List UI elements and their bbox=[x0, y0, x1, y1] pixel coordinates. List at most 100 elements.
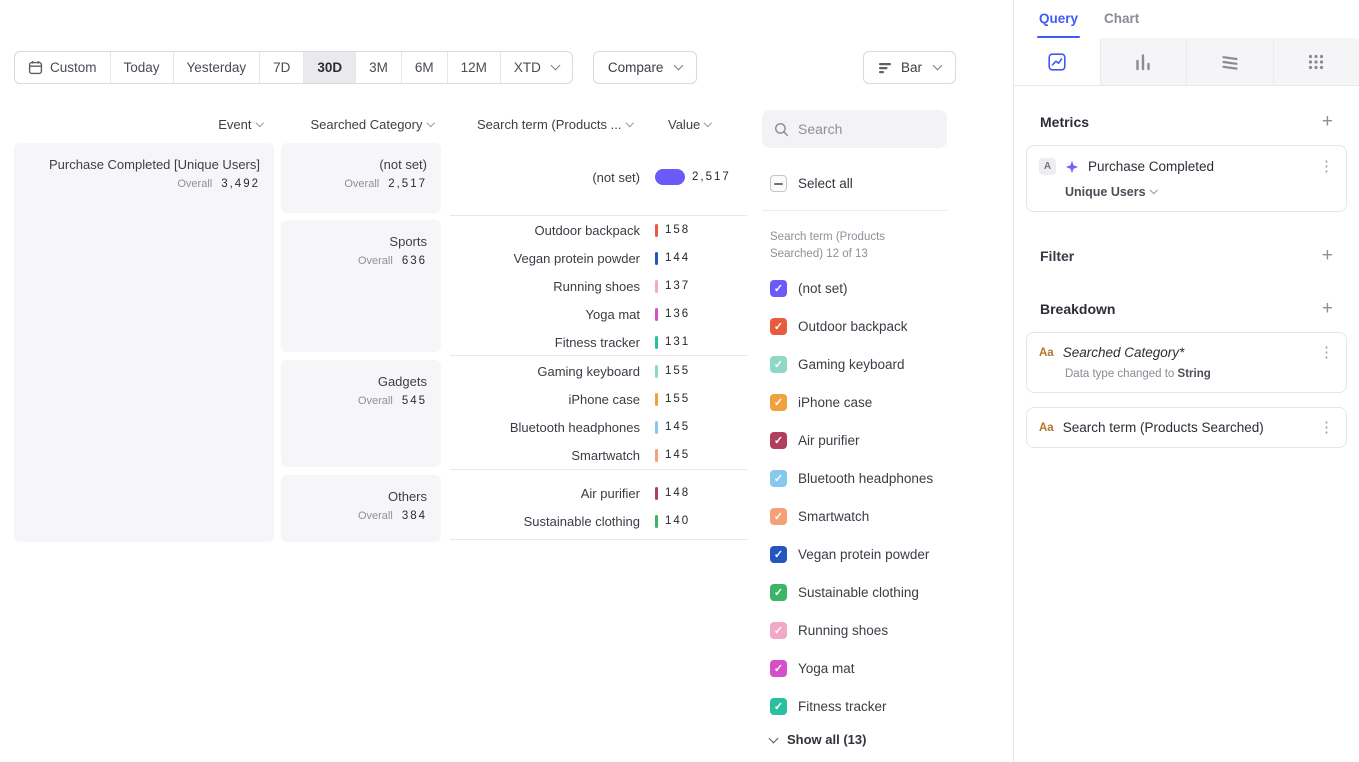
term-bar[interactable] bbox=[655, 365, 658, 378]
metrics-title: Metrics bbox=[1040, 114, 1089, 130]
legend-item[interactable]: Outdoor backpack bbox=[770, 307, 933, 345]
date-range-toolbar: Custom Today Yesterday 7D 30D 3M 6M 12M … bbox=[14, 51, 697, 84]
query-panel: Query Chart bbox=[1013, 0, 1359, 762]
tab-query[interactable]: Query bbox=[1039, 11, 1078, 38]
flows-icon bbox=[1220, 52, 1240, 72]
term-group-not-set: (not set) 2,517 bbox=[450, 143, 747, 216]
indeterminate-checkbox-icon bbox=[770, 175, 787, 192]
report-type-insights[interactable] bbox=[1014, 38, 1101, 85]
legend-item[interactable]: Fitness tracker bbox=[770, 687, 933, 725]
overall-label: Overall bbox=[358, 510, 393, 522]
range-yesterday-button[interactable]: Yesterday bbox=[174, 52, 261, 83]
custom-range-button[interactable]: Custom bbox=[15, 52, 111, 83]
term-label: Vegan protein powder bbox=[450, 251, 640, 266]
add-breakdown-button[interactable]: + bbox=[1322, 299, 1333, 318]
aggregation-dropdown[interactable]: Unique Users bbox=[1065, 185, 1334, 199]
chevron-down-icon bbox=[769, 734, 779, 744]
term-bar[interactable] bbox=[655, 308, 658, 321]
term-value: 2,517 bbox=[692, 171, 731, 183]
term-bar[interactable] bbox=[655, 252, 658, 265]
range-xtd-button[interactable]: XTD bbox=[501, 52, 572, 83]
range-today-button[interactable]: Today bbox=[111, 52, 174, 83]
show-all-link[interactable]: Show all (13) bbox=[770, 732, 866, 747]
term-label: Fitness tracker bbox=[450, 335, 640, 350]
report-type-funnels[interactable] bbox=[1101, 38, 1188, 85]
range-3m-button[interactable]: 3M bbox=[356, 52, 402, 83]
term-bar[interactable] bbox=[655, 487, 658, 500]
range-6m-button[interactable]: 6M bbox=[402, 52, 448, 83]
compare-button[interactable]: Compare bbox=[593, 51, 698, 84]
overall-value: 384 bbox=[402, 510, 427, 522]
chevron-down-icon bbox=[625, 119, 633, 127]
breakdown-section-header: Breakdown + bbox=[1026, 299, 1347, 318]
range-7d-button[interactable]: 7D bbox=[260, 52, 304, 83]
term-bar[interactable] bbox=[655, 224, 658, 237]
term-bar[interactable] bbox=[655, 336, 658, 349]
legend-item[interactable]: iPhone case bbox=[770, 383, 933, 421]
event-card[interactable]: Purchase Completed [Unique Users] Overal… bbox=[14, 143, 274, 542]
checked-checkbox-icon bbox=[770, 356, 787, 373]
overall-label: Overall bbox=[358, 255, 393, 267]
report-type-flows[interactable] bbox=[1187, 38, 1274, 85]
kebab-menu-icon[interactable]: ⋮ bbox=[1319, 159, 1334, 174]
legend-item[interactable]: Running shoes bbox=[770, 611, 933, 649]
term-bar[interactable] bbox=[655, 280, 658, 293]
column-header-searched-category[interactable]: Searched Category bbox=[281, 117, 433, 132]
chart-type-label: Bar bbox=[901, 60, 922, 75]
column-header-event[interactable]: Event bbox=[14, 117, 262, 132]
breakdown-property-name: Searched Category* bbox=[1063, 345, 1310, 360]
range-12m-button[interactable]: 12M bbox=[448, 52, 501, 83]
category-card[interactable]: Others Overall 384 bbox=[281, 475, 441, 542]
category-name: Sports bbox=[295, 233, 427, 251]
checked-checkbox-icon bbox=[770, 584, 787, 601]
kebab-menu-icon[interactable]: ⋮ bbox=[1319, 420, 1334, 435]
report-type-retention[interactable] bbox=[1274, 38, 1359, 85]
legend-item[interactable]: Air purifier bbox=[770, 421, 933, 459]
term-row: (not set) 2,517 bbox=[450, 163, 747, 191]
term-value: 145 bbox=[665, 421, 690, 433]
filter-section-header: Filter + bbox=[1026, 246, 1347, 265]
term-row: Vegan protein powder 144 bbox=[450, 244, 747, 272]
add-filter-button[interactable]: + bbox=[1322, 246, 1333, 265]
legend-item[interactable]: Bluetooth headphones bbox=[770, 459, 933, 497]
term-label: Outdoor backpack bbox=[450, 223, 640, 238]
term-bar[interactable] bbox=[655, 421, 658, 434]
select-all-toggle[interactable]: Select all bbox=[770, 175, 853, 192]
term-bar[interactable] bbox=[655, 515, 658, 528]
category-card[interactable]: Gadgets Overall 545 bbox=[281, 360, 441, 467]
legend-item[interactable]: Sustainable clothing bbox=[770, 573, 933, 611]
query-panel-tabs: Query Chart bbox=[1014, 0, 1359, 38]
checked-checkbox-icon bbox=[770, 394, 787, 411]
chevron-down-icon bbox=[933, 61, 943, 71]
chart-type-dropdown[interactable]: Bar bbox=[863, 51, 956, 84]
chevron-down-icon bbox=[704, 119, 712, 127]
kebab-menu-icon[interactable]: ⋮ bbox=[1319, 345, 1334, 360]
legend-item[interactable]: Yoga mat bbox=[770, 649, 933, 687]
legend-item[interactable]: Smartwatch bbox=[770, 497, 933, 535]
filter-title: Filter bbox=[1040, 248, 1074, 264]
column-header-value[interactable]: Value bbox=[668, 117, 728, 132]
range-30d-button[interactable]: 30D bbox=[304, 52, 356, 83]
term-value: 155 bbox=[665, 393, 690, 405]
event-title: Purchase Completed [Unique Users] bbox=[28, 156, 260, 174]
category-card[interactable]: Sports Overall 636 bbox=[281, 220, 441, 352]
term-bar[interactable] bbox=[655, 449, 658, 462]
column-header-search-term[interactable]: Search term (Products ... bbox=[450, 117, 632, 132]
line-chart-icon bbox=[1047, 52, 1067, 72]
term-row: Smartwatch 145 bbox=[450, 441, 747, 469]
breakdown-card[interactable]: Aa Searched Category* ⋮ Data type change… bbox=[1026, 332, 1347, 393]
term-bar[interactable] bbox=[655, 393, 658, 406]
legend-item[interactable]: (not set) bbox=[770, 269, 933, 307]
add-metric-button[interactable]: + bbox=[1322, 112, 1333, 131]
search-input[interactable] bbox=[798, 121, 928, 137]
metric-card[interactable]: A Purchase Completed ⋮ Unique Users bbox=[1026, 145, 1347, 212]
breakdown-card[interactable]: Aa Search term (Products Searched) ⋮ bbox=[1026, 407, 1347, 448]
term-row: Sustainable clothing 140 bbox=[450, 507, 747, 535]
term-bar[interactable] bbox=[655, 169, 685, 185]
tab-chart[interactable]: Chart bbox=[1104, 11, 1139, 38]
breakdown-note: Data type changed to String bbox=[1065, 368, 1334, 380]
legend-item[interactable]: Vegan protein powder bbox=[770, 535, 933, 573]
legend-item[interactable]: Gaming keyboard bbox=[770, 345, 933, 383]
category-card[interactable]: (not set) Overall 2,517 bbox=[281, 143, 441, 213]
term-value: 145 bbox=[665, 449, 690, 461]
